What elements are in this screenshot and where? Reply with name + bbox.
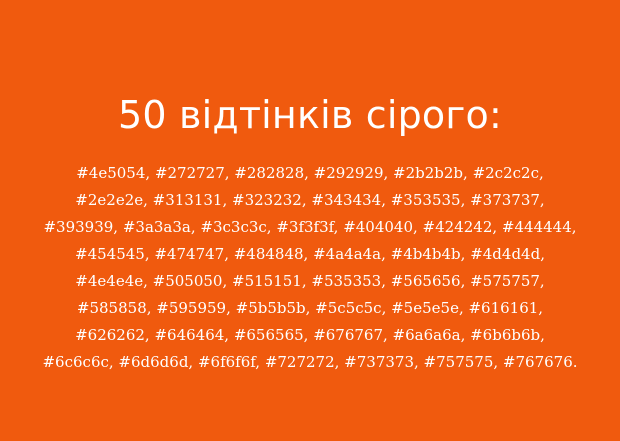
slide-title: 50 відтінків сірого: [117, 93, 503, 137]
slide: 50 відтінків сірого: #4e5054, #272727, #… [0, 0, 620, 441]
color-code-list: #4e5054, #272727, #282828, #292929, #2b2… [42, 164, 578, 371]
